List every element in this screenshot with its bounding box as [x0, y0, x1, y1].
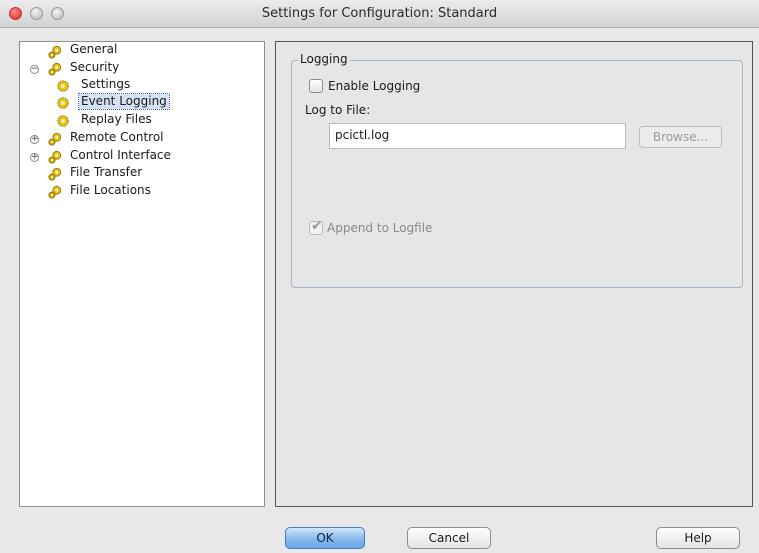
log-file-input[interactable]: pcictl.log: [329, 123, 626, 149]
tree-item-label: File Transfer: [70, 165, 143, 179]
enable-logging-checkbox[interactable]: [309, 79, 323, 93]
cancel-button[interactable]: Cancel: [407, 527, 491, 549]
tree-item-label: Replay Files: [81, 112, 152, 126]
title-bar: Settings for Configuration: Standard: [0, 0, 759, 28]
gear-icon: [57, 97, 69, 109]
gear-icon: [57, 80, 69, 92]
gear-icon: [57, 115, 69, 127]
expand-toggle-icon[interactable]: +: [30, 135, 39, 144]
gear-icon: [48, 185, 62, 199]
browse-button[interactable]: Browse...: [639, 126, 722, 148]
gear-icon: [48, 132, 62, 146]
gear-icon: [48, 150, 62, 164]
tree-item-label: Remote Control: [70, 130, 164, 144]
tree-item-label: Control Interface: [70, 148, 171, 162]
enable-logging-label[interactable]: Enable Logging: [328, 79, 420, 93]
ok-button[interactable]: OK: [285, 527, 365, 549]
collapse-toggle-icon[interactable]: −: [30, 65, 39, 74]
append-to-logfile-checkbox[interactable]: ✔: [309, 218, 323, 235]
gear-icon: [48, 45, 62, 59]
tree-item-label: General: [70, 42, 118, 56]
gear-icon: [48, 167, 62, 181]
tree-item-label: Settings: [81, 77, 131, 91]
log-to-file-label: Log to File:: [305, 103, 371, 117]
tree-item-label: Event Logging: [78, 93, 170, 110]
window-title: Settings for Configuration: Standard: [261, 6, 498, 21]
tree-item-label: File Locations: [70, 183, 151, 197]
expand-toggle-icon[interactable]: +: [30, 153, 39, 162]
logging-group-title: Logging: [298, 52, 350, 66]
checkmark-icon: ✔: [311, 218, 323, 234]
tree-item-label: Security: [70, 60, 120, 74]
append-to-logfile-label[interactable]: Append to Logfile: [327, 221, 432, 235]
logging-group: [291, 60, 743, 288]
help-button[interactable]: Help: [656, 527, 740, 549]
gear-icon: [48, 62, 62, 76]
settings-tree[interactable]: [19, 41, 265, 507]
